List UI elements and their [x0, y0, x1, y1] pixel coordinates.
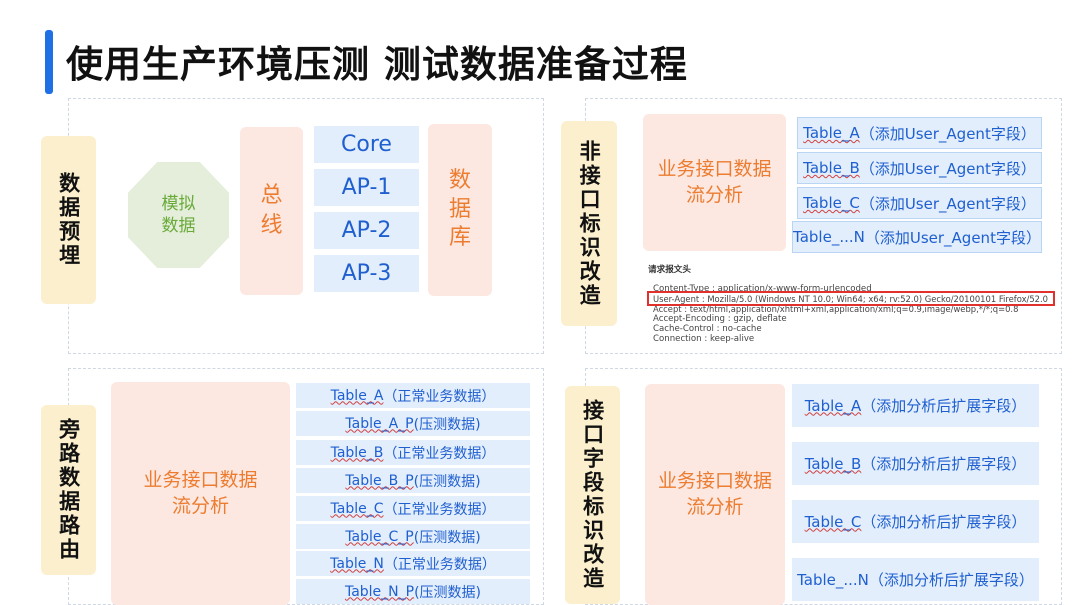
- label-data-preload: 数据预埋: [41, 136, 96, 304]
- table-row: Table_B （添加分析后扩展字段）: [792, 442, 1039, 485]
- table-row: Table_C （正常业务数据）: [296, 496, 530, 521]
- request-header-snippet: 请求报文头 Content-Type : application/x-www-f…: [643, 262, 1057, 347]
- table-row: Table_C （添加User_Agent字段）: [797, 187, 1042, 219]
- table-row: Table_B_P (压测数据): [296, 468, 530, 493]
- table-row: Table_N_P (压测数据): [296, 579, 530, 604]
- database-box: 数据库: [428, 124, 492, 296]
- table-row: Table_N （正常业务数据）: [296, 551, 530, 576]
- highlight-box: [647, 291, 1055, 306]
- table-row: Table_C （添加分析后扩展字段）: [792, 500, 1039, 543]
- analysis-box-2: 业务接口数据流分析: [643, 114, 786, 251]
- system-ap-1: AP-1: [314, 169, 419, 206]
- label-non-interface: 非接口标识改造: [561, 121, 617, 326]
- system-ap-2: AP-2: [314, 212, 419, 249]
- mock-data-octagon: 模拟数据: [128, 162, 229, 268]
- table-row: Table_A_P (压测数据): [296, 411, 530, 436]
- table-row: Table_B （添加User_Agent字段）: [797, 152, 1042, 184]
- system-ap-3: AP-3: [314, 255, 419, 292]
- title-accent-bar: [45, 30, 53, 94]
- table-row: Table_B （正常业务数据）: [296, 440, 530, 465]
- table-row: Table_A （添加分析后扩展字段）: [792, 384, 1039, 427]
- bus-box: 总线: [240, 127, 303, 295]
- table-row: Table_A （正常业务数据）: [296, 383, 530, 408]
- table-row: Table_...N （添加User_Agent字段）: [792, 221, 1042, 253]
- analysis-box-4: 业务接口数据流分析: [645, 384, 785, 605]
- analysis-box-3: 业务接口数据流分析: [111, 382, 290, 605]
- table-row: Table_...N （添加分析后扩展字段）: [792, 558, 1039, 601]
- page-title: 使用生产环境压测 测试数据准备过程: [66, 43, 688, 86]
- label-interface-field: 接口字段标识改造: [565, 386, 620, 604]
- system-core: Core: [314, 126, 419, 163]
- table-row: Table_A （添加User_Agent字段）: [797, 117, 1042, 149]
- label-bypass-routing: 旁路数据路由: [41, 405, 96, 575]
- table-row: Table_C_P (压测数据): [296, 524, 530, 549]
